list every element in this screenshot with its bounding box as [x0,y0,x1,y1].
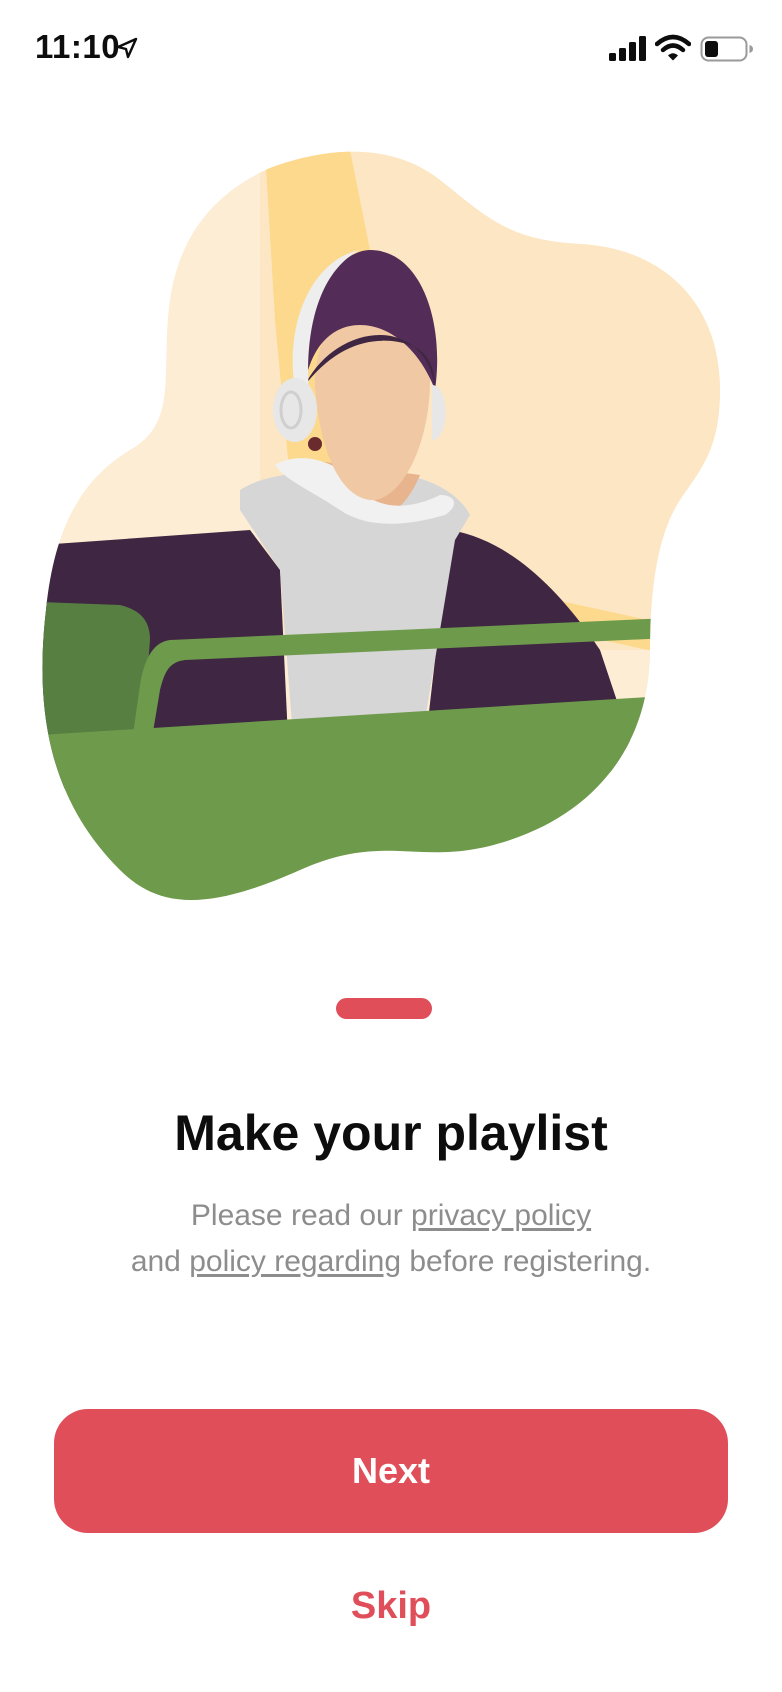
description-text-1: Please read our [190,1199,403,1232]
skip-button[interactable]: Skip [291,1576,491,1636]
description-text-3: before registering. [409,1245,652,1278]
wifi-icon [655,34,691,61]
status-bar: 11:10 [0,0,782,100]
person-with-headphones-illustration [42,151,720,900]
onboarding-description: Please read our privacy policy and polic… [0,1193,782,1285]
policy-regarding-link[interactable]: policy regarding [189,1245,401,1278]
description-line-1: Please read our privacy policy [0,1193,782,1239]
page-indicator-active [336,998,432,1019]
battery-icon [700,36,753,62]
status-time: 11:10 [35,28,121,65]
description-text-2: and [130,1245,181,1278]
location-arrow-icon [116,37,138,59]
onboarding-title: Make your playlist [174,1105,608,1161]
description-line-2: and policy regarding before registering. [0,1239,782,1285]
privacy-policy-link[interactable]: privacy policy [411,1199,591,1232]
next-button[interactable]: Next [54,1409,728,1533]
cellular-signal-icon [609,36,646,61]
